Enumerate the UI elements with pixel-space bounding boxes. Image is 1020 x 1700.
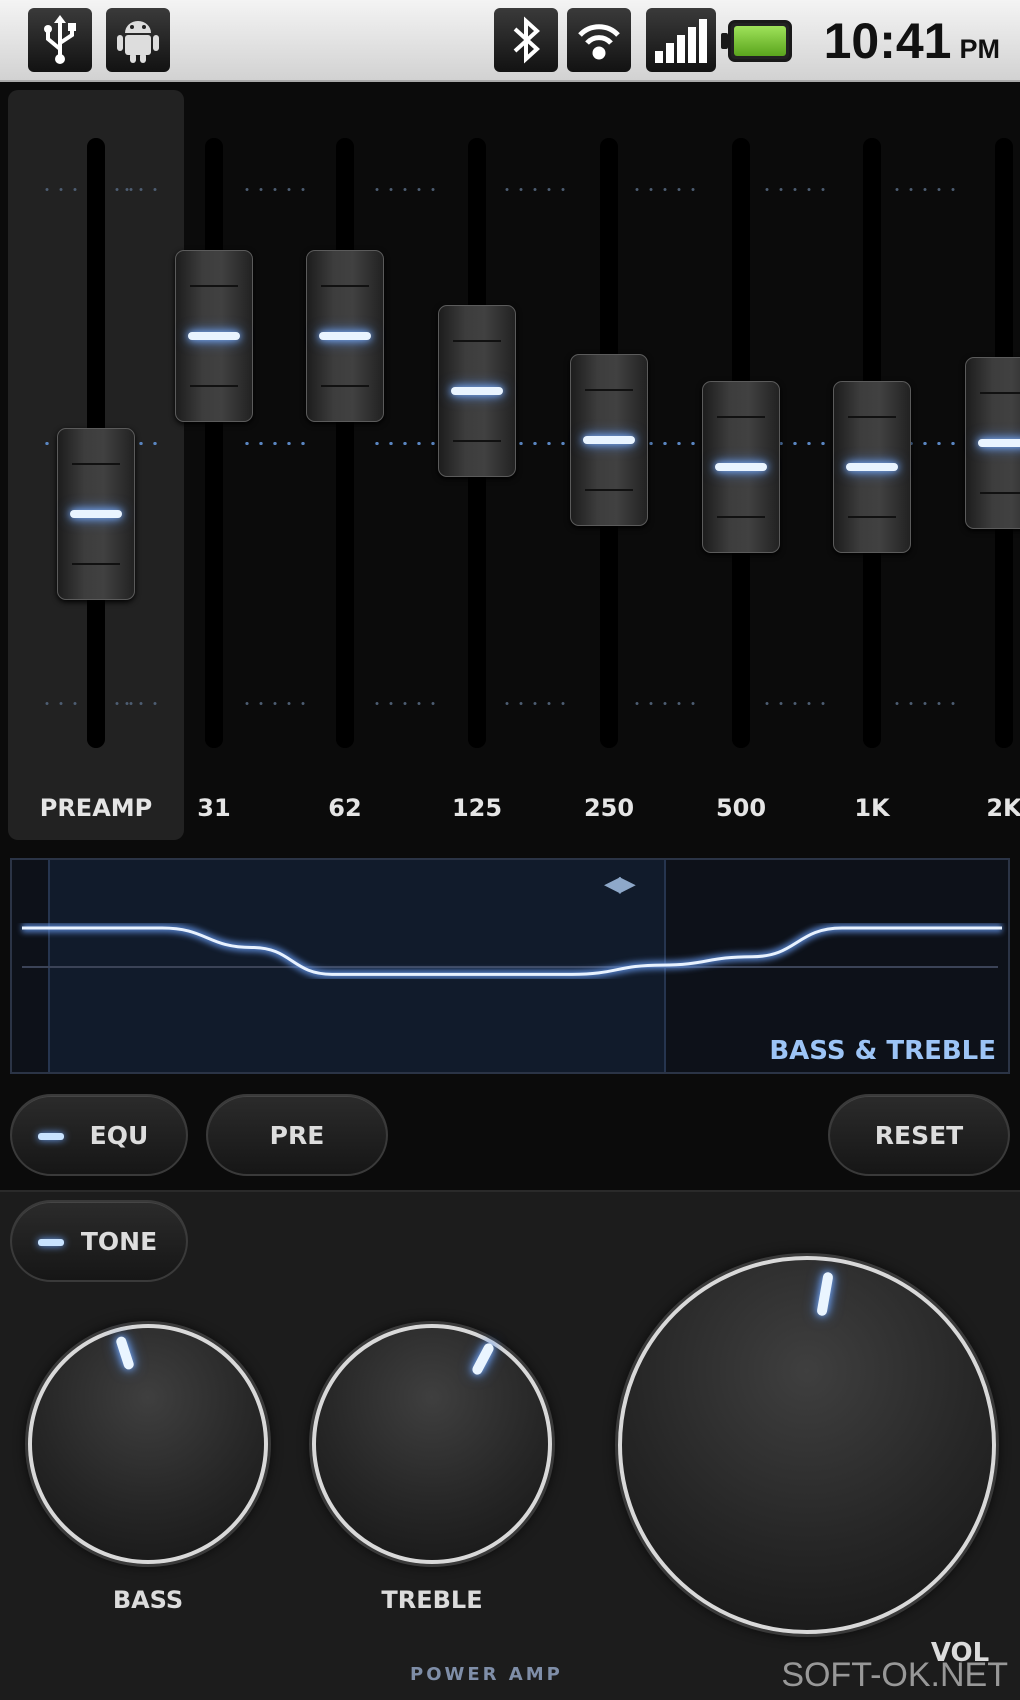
equalizer-panel: PREAMP 31 62 125 250 500 1K 2K (0, 84, 1020, 852)
reset-label: RESET (874, 1120, 964, 1150)
watermark: SOFT-OK.NET (781, 1656, 1008, 1694)
guide-dots (500, 702, 570, 705)
band-125-slider[interactable] (438, 304, 516, 477)
tone-label: TONE (80, 1226, 158, 1256)
band-1k-slider[interactable] (833, 380, 911, 553)
guide-dots (240, 702, 310, 705)
reset-button[interactable]: RESET (828, 1094, 1010, 1176)
guide-dots (500, 188, 570, 191)
brand-logo: POWER AMP (410, 1664, 563, 1685)
band-500-slider[interactable] (702, 380, 780, 553)
eq-curve-graph[interactable]: ◀▶ BASS & TREBLE (10, 858, 1010, 1074)
band-500-label: 500 (715, 794, 767, 822)
guide-dots (760, 188, 830, 191)
guide-dots (240, 188, 310, 191)
band-31-label: 31 (197, 794, 231, 822)
graph-mode-title: BASS & TREBLE (769, 1036, 996, 1066)
bass-indicator (114, 1335, 136, 1371)
equ-button[interactable]: EQU (10, 1094, 188, 1176)
status-bar: 10:41 PM (0, 0, 1020, 82)
clock: 10:41 PM (824, 10, 1000, 72)
band-1k-label: 1K (854, 794, 890, 822)
guide-dots (120, 188, 160, 191)
guide-dots (890, 188, 960, 191)
treble-label: TREBLE (381, 1586, 483, 1614)
volume-knob[interactable] (618, 1256, 996, 1634)
treble-knob[interactable] (312, 1324, 552, 1564)
usb-icon (28, 8, 92, 72)
preamp-slider[interactable] (57, 427, 135, 600)
band-250-label: 250 (583, 794, 635, 822)
band-62-slider[interactable] (306, 249, 384, 422)
pre-button[interactable]: PRE (206, 1094, 388, 1176)
band-62-label: 62 (328, 794, 362, 822)
band-31-slider[interactable] (175, 249, 253, 422)
guide-dots (120, 702, 160, 705)
wifi-icon (567, 8, 631, 72)
band-125-label: 125 (451, 794, 503, 822)
treble-indicator (470, 1341, 496, 1377)
signal-icon (646, 8, 716, 72)
band-250-slider[interactable] (570, 354, 648, 527)
guide-dots (370, 188, 440, 191)
battery-icon (721, 20, 792, 62)
guide-dots (630, 702, 700, 705)
tone-led-icon (38, 1239, 64, 1246)
shelf-arrows-icon[interactable]: ◀▶ (604, 872, 636, 897)
equ-led-icon (38, 1133, 64, 1140)
guide-dots (370, 702, 440, 705)
android-icon (106, 8, 170, 72)
volume-indicator (816, 1271, 834, 1317)
guide-dots (890, 702, 960, 705)
clock-time: 10:41 (823, 13, 952, 69)
bass-knob[interactable] (28, 1324, 268, 1564)
band-62-track[interactable] (336, 138, 354, 748)
pre-label: PRE (269, 1120, 325, 1150)
band-2k-label: 2K (986, 794, 1020, 822)
band-31-track[interactable] (205, 138, 223, 748)
guide-dots (240, 442, 310, 445)
band-2k-slider[interactable] (965, 357, 1020, 529)
tone-button[interactable]: TONE (10, 1200, 188, 1282)
equ-label: EQU (89, 1120, 149, 1150)
guide-dots (370, 442, 440, 445)
guide-dots (630, 188, 700, 191)
bass-label: BASS (112, 1586, 184, 1614)
bluetooth-icon (494, 8, 558, 72)
clock-ampm: PM (959, 34, 1001, 64)
guide-dots (760, 702, 830, 705)
